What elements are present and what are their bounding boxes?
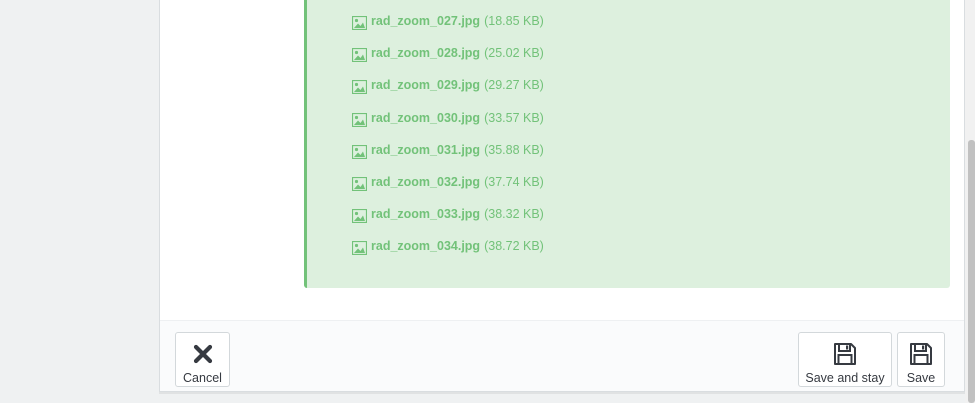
image-icon [352,176,367,191]
file-size: (38.72 KB) [484,239,544,254]
file-name: rad_zoom_029.jpg [371,78,481,93]
image-icon [352,80,367,95]
file-name: rad_zoom_031.jpg [371,142,481,157]
file-name: rad_zoom_027.jpg [371,14,481,28]
image-icon [352,112,367,127]
file-size: (35.88 KB) [484,142,544,157]
file-name: rad_zoom_034.jpg [371,239,481,254]
image-icon [352,16,367,30]
file-size: (37.74 KB) [484,174,544,189]
file-name: rad_zoom_028.jpg [371,46,481,61]
close-icon [193,341,213,367]
save-and-stay-button[interactable]: Save and stay [798,332,892,387]
list-item: rad_zoom_029.jpg (29.27 KB) [352,78,544,110]
uploaded-file-list: rad_zoom_027.jpg (18.85 KB) rad_zoom_028… [352,14,544,272]
image-icon [352,209,367,224]
list-item: rad_zoom_032.jpg (37.74 KB) [352,175,544,207]
list-item: rad_zoom_034.jpg (38.72 KB) [352,239,544,271]
file-name: rad_zoom_032.jpg [371,174,481,189]
file-size: (25.02 KB) [484,46,544,61]
floppy-disk-icon [833,341,857,367]
list-item: rad_zoom_028.jpg (25.02 KB) [352,46,544,78]
form-footer: Cancel Save and stay Save [160,320,964,391]
list-item: rad_zoom_027.jpg (18.85 KB) [352,14,544,46]
form-panel: rad_zoom_027.jpg (18.85 KB) rad_zoom_028… [159,0,965,392]
list-item: rad_zoom_030.jpg (33.57 KB) [352,111,544,143]
file-name: rad_zoom_033.jpg [371,207,481,222]
file-size: (33.57 KB) [484,110,544,125]
save-button[interactable]: Save [897,332,945,387]
file-name: rad_zoom_030.jpg [371,110,481,125]
file-size: (29.27 KB) [484,78,544,93]
cancel-label: Cancel [183,371,222,385]
image-icon [352,241,367,256]
save-label: Save [906,371,936,385]
list-item: rad_zoom_031.jpg (35.88 KB) [352,143,544,175]
file-size: (38.32 KB) [484,207,544,222]
floppy-disk-icon [909,341,933,367]
upload-success-alert: rad_zoom_027.jpg (18.85 KB) rad_zoom_028… [304,0,950,288]
file-size: (18.85 KB) [484,14,544,28]
image-icon [352,48,367,63]
image-icon [352,144,367,159]
list-item: rad_zoom_033.jpg (38.32 KB) [352,207,544,239]
cancel-button[interactable]: Cancel [175,332,230,387]
save-and-stay-label: Save and stay [805,371,885,385]
scrollbar-thumb[interactable] [968,140,975,403]
